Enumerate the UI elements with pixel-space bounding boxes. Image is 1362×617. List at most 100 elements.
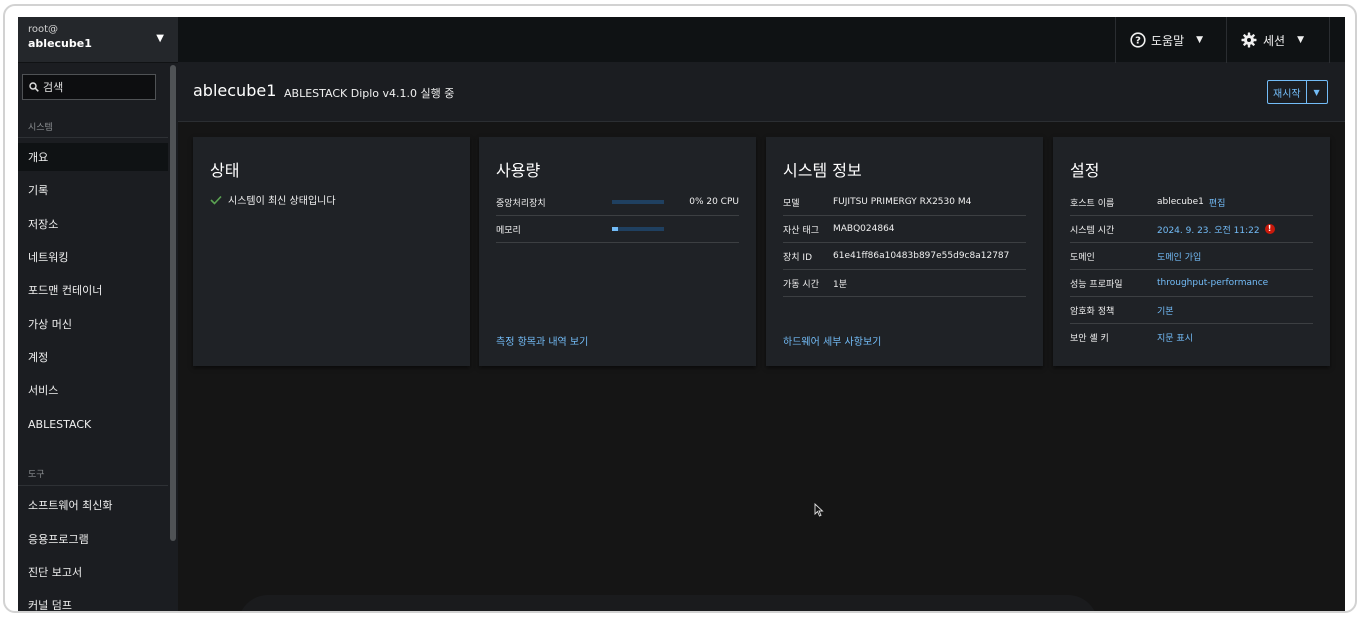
nav-item-storage[interactable]: 저장소 [18,210,168,238]
host-switcher[interactable]: root@ ablecube1 ▼ [18,17,178,63]
card-title: 시스템 정보 [783,161,862,180]
system-time-link[interactable]: 2024. 9. 23. 오전 11:22 [1157,223,1260,236]
card-title: 사용량 [496,161,541,180]
uptime-value: 1분 [833,279,848,290]
page-subtitle: ABLESTACK Diplo v4.1.0 실행 중 [284,87,455,100]
cpu-usage-row: 중앙처리장치 0% 20 CPU [496,189,739,216]
uptime-row: 가동 시간 1분 [783,270,1026,297]
asset-tag-value: MABQ024864 [833,224,895,234]
nav-item-services[interactable]: 서비스 [18,376,168,404]
nav-item-overview[interactable]: 개요 [18,143,168,171]
caret-down-icon: ▼ [156,33,164,44]
nav-item-accounts[interactable]: 계정 [18,343,168,371]
configuration-card: 설정 호스트 이름 ablecube1 편집 시스템 시간 2024. 9. 2… [1053,137,1330,366]
system-time-key: 시스템 시간 [1070,225,1115,236]
help-menu-button[interactable]: ? 도움말 ▼ [1115,17,1226,63]
domain-key: 도메인 [1070,252,1095,263]
host-name: ablecube1 [28,37,92,50]
card-title: 설정 [1070,161,1100,180]
health-card: 상태 시스템이 최신 상태입니다 [193,137,470,366]
card-title: 상태 [210,161,240,180]
machine-id-row: 장치 ID 61e41ff86a10483b897e55d9c8a12787 [783,243,1026,270]
show-fingerprints-link[interactable]: 지문 표시 [1157,331,1193,344]
model-value: FUJITSU PRIMERGY RX2530 M4 [833,197,972,207]
nav-item-kernel-dump[interactable]: 커널 덤프 [18,591,168,611]
session-menu-button[interactable]: 세션 ▼ [1226,17,1329,63]
sidebar-scrollbar[interactable] [170,65,176,541]
session-label: 세션 [1263,33,1286,48]
join-domain-link[interactable]: 도메인 가입 [1157,250,1201,263]
cockpit-app: root@ ablecube1 ▼ 검색 시스템 개요 기록 저장소 네트워킹 … [18,17,1345,611]
caret-down-icon: ▼ [1297,35,1305,45]
divider [1329,17,1330,63]
nav-item-logs[interactable]: 기록 [18,176,168,204]
help-icon: ? [1130,32,1146,48]
nav-item-networking[interactable]: 네트워킹 [18,243,168,271]
edit-hostname-link[interactable]: 편집 [1209,196,1226,209]
memory-usage-fill [612,227,619,231]
search-input[interactable]: 검색 [22,74,156,100]
crypto-policy-link[interactable]: 기본 [1157,304,1174,317]
cpu-value: 0% 20 CPU [689,197,739,207]
crypto-policy-row: 암호화 정책 기본 [1070,297,1313,324]
asset-tag-key: 자산 태그 [783,225,819,236]
memory-label: 메모리 [496,225,521,236]
performance-profile-row: 성능 프로파일 throughput-performance [1070,270,1313,297]
page-title: ablecube1 [193,81,277,100]
nav-item-podman[interactable]: 포드맨 컨테이너 [18,276,168,304]
check-icon [210,195,222,205]
nav-item-ablestack[interactable]: ABLESTACK [18,410,168,438]
metrics-history-link[interactable]: 측정 항목과 내역 보기 [496,333,588,348]
restart-split-button: 재시작 ▼ [1267,80,1328,104]
background-shade [238,595,1098,611]
masthead: ? 도움말 ▼ 세션 ▼ [178,17,1345,63]
hardware-details-link[interactable]: 하드웨어 세부 사항보기 [783,333,881,348]
nav-item-software-updates[interactable]: 소프트웨어 최신화 [18,491,168,519]
hostname-key: 호스트 이름 [1070,198,1115,209]
search-icon [29,82,39,92]
mouse-cursor-icon [814,503,824,517]
section-system-label: 시스템 [28,123,53,133]
model-key: 모델 [783,198,800,209]
nav-item-applications[interactable]: 응용프로그램 [18,525,168,553]
crypto-policy-key: 암호화 정책 [1070,306,1115,317]
hostname-row: 호스트 이름 ablecube1 편집 [1070,189,1313,216]
cpu-usage-bar [612,200,664,204]
model-row: 모델 FUJITSU PRIMERGY RX2530 M4 [783,189,1026,216]
ssh-keys-key: 보안 셸 키 [1070,334,1109,344]
section-tools-label: 도구 [28,470,45,480]
system-time-row: 시스템 시간 2024. 9. 23. 오전 11:22 ! [1070,216,1313,243]
caret-down-icon: ▼ [1313,87,1320,97]
help-label: 도움말 [1151,33,1185,48]
error-icon: ! [1264,224,1275,234]
hostname-value: ablecube1 [1157,197,1204,207]
performance-profile-key: 성능 프로파일 [1070,279,1123,290]
memory-usage-bar [612,227,664,231]
usage-card: 사용량 중앙처리장치 0% 20 CPU 메모리 측정 항목과 내역 보기 [479,137,756,366]
restart-options-toggle[interactable]: ▼ [1307,81,1327,103]
system-info-card: 시스템 정보 모델 FUJITSU PRIMERGY RX2530 M4 자산 … [766,137,1043,366]
ssh-keys-row: 보안 셸 키 지문 표시 [1070,324,1313,351]
asset-tag-row: 자산 태그 MABQ024864 [783,216,1026,243]
overview-main: 상태 시스템이 최신 상태입니다 사용량 중앙처리장치 0% 20 CPU 메모… [178,123,1345,611]
uptime-key: 가동 시간 [783,279,819,290]
machine-id-key: 장치 ID [783,252,813,263]
divider [18,137,168,138]
caret-down-icon: ▼ [1196,35,1204,45]
divider [18,485,168,486]
nav-item-vms[interactable]: 가상 머신 [18,310,168,338]
nav-item-diagnostic-reports[interactable]: 진단 보고서 [18,558,168,586]
health-message: 시스템이 최신 상태입니다 [228,196,336,207]
sidebar: root@ ablecube1 ▼ 검색 시스템 개요 기록 저장소 네트워킹 … [18,17,178,611]
search-placeholder: 검색 [43,81,64,94]
cpu-label: 중앙처리장치 [496,198,546,209]
restart-button[interactable]: 재시작 [1268,81,1307,103]
health-status: 시스템이 최신 상태입니다 [210,192,336,207]
gear-icon [1241,32,1257,48]
performance-profile-link[interactable]: throughput-performance [1157,278,1268,288]
svg-text:?: ? [1135,36,1141,47]
memory-usage-row: 메모리 [496,216,739,243]
machine-id-value: 61e41ff86a10483b897e55d9c8a12787 [833,251,1010,261]
host-user: root@ [28,24,59,35]
domain-row: 도메인 도메인 가입 [1070,243,1313,270]
